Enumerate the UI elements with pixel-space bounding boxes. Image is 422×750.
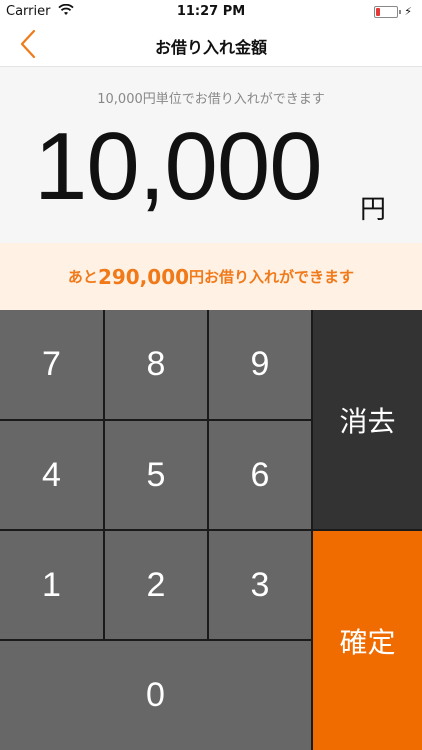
- confirm-button[interactable]: 確定: [313, 531, 422, 750]
- key-2[interactable]: 2: [105, 531, 207, 639]
- remaining-amount: 290,000: [97, 264, 190, 289]
- key-6[interactable]: 6: [209, 421, 311, 529]
- remaining-unit: 円: [189, 268, 205, 286]
- delete-button[interactable]: 消去: [313, 310, 422, 529]
- status-bar: Carrier 11:27 PM ⚡: [0, 0, 422, 22]
- clock: 11:27 PM: [176, 4, 246, 19]
- key-0[interactable]: 0: [0, 641, 311, 750]
- key-8[interactable]: 8: [105, 310, 207, 419]
- amount-unit: 円: [360, 195, 387, 225]
- numeric-keypad: 7 8 9 4 5 6 1 2 3 0 消去 確定: [0, 310, 422, 750]
- key-5[interactable]: 5: [105, 421, 207, 529]
- amount-value: 10,000: [34, 113, 323, 220]
- remaining-suffix: お借り入れができます: [204, 268, 355, 286]
- battery-icon: ⚡: [374, 5, 412, 18]
- amount-display: 10,000円単位でお借り入れができます 10,000 円: [0, 67, 422, 243]
- remaining-banner: あと 290,000 円 お借り入れができます: [0, 243, 422, 310]
- remaining-prefix: あと: [67, 268, 98, 286]
- amount-hint: 10,000円単位でお借り入れができます: [97, 92, 325, 107]
- key-9[interactable]: 9: [209, 310, 311, 419]
- key-7[interactable]: 7: [0, 310, 103, 419]
- page-title: お借り入れ金額: [154, 38, 267, 57]
- key-3[interactable]: 3: [209, 531, 311, 639]
- key-1[interactable]: 1: [0, 531, 103, 639]
- key-4[interactable]: 4: [0, 421, 103, 529]
- charging-bolt-icon: ⚡: [404, 5, 412, 18]
- nav-bar: お借り入れ金額: [0, 22, 422, 67]
